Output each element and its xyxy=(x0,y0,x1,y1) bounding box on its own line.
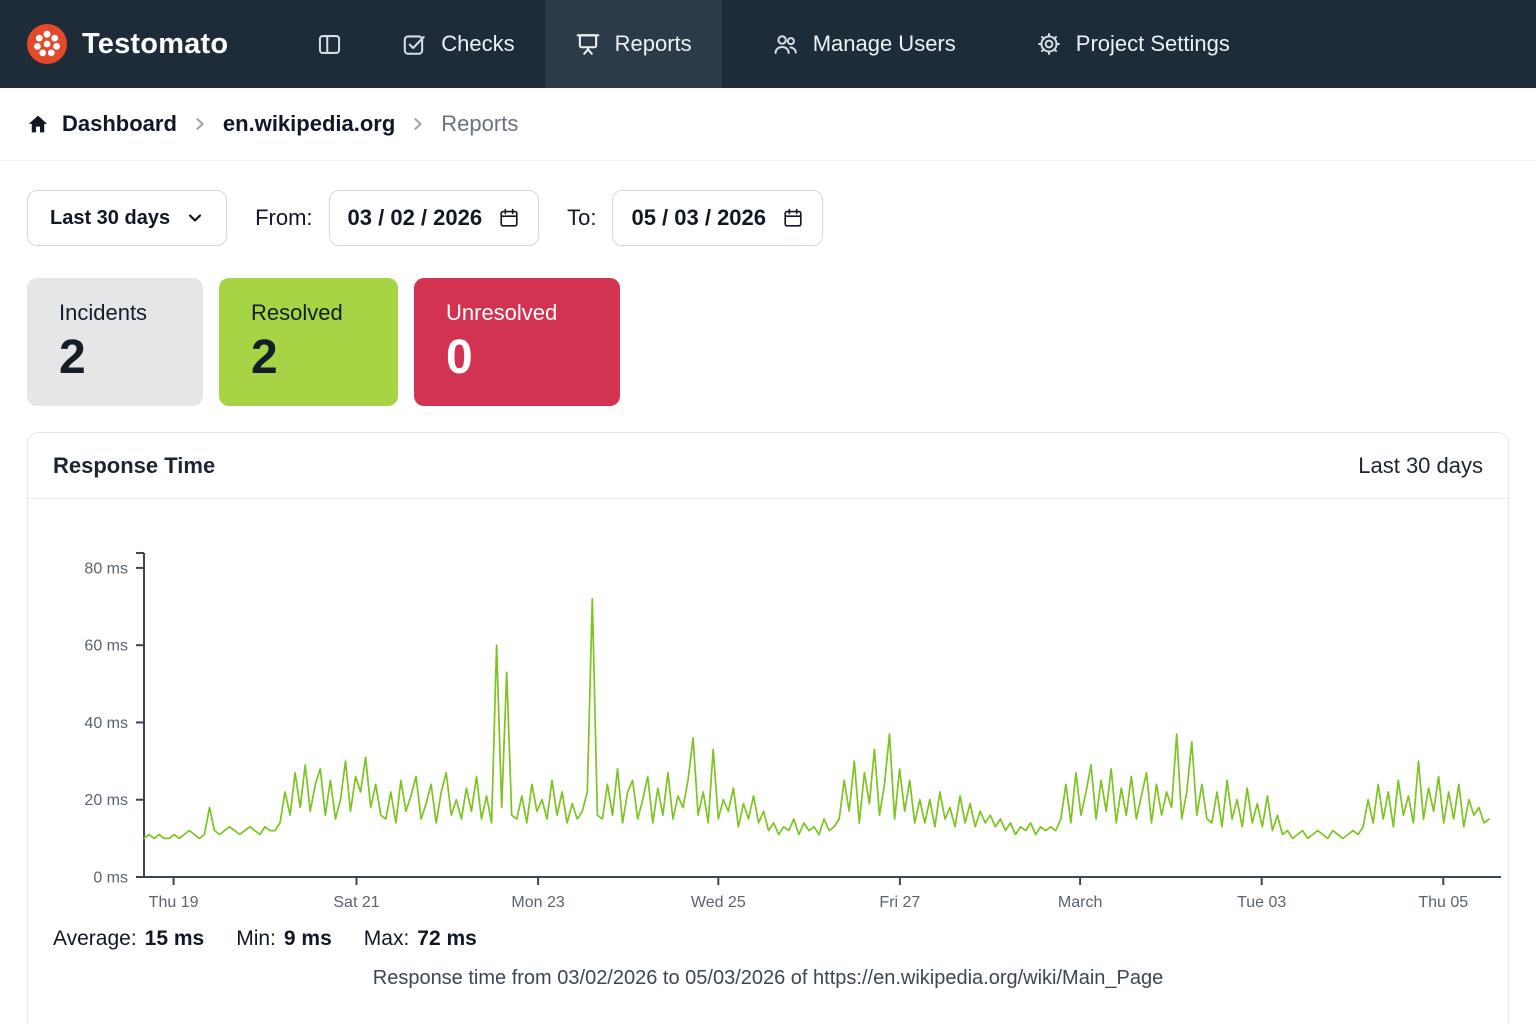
resolved-value: 2 xyxy=(251,334,366,382)
chevron-down-icon xyxy=(186,209,204,227)
nav-item-project-settings[interactable]: Project Settings xyxy=(1006,0,1260,88)
nav-label-reports: Reports xyxy=(615,31,692,57)
gear-icon xyxy=(1036,31,1062,57)
reports-icon xyxy=(575,31,601,57)
stat-cards: Incidents 2 Resolved 2 Unresolved 0 xyxy=(27,278,1536,406)
nav-label-checks: Checks xyxy=(441,31,514,57)
svg-text:20 ms: 20 ms xyxy=(84,792,128,809)
resolved-label: Resolved xyxy=(251,300,366,326)
manage-users-icon xyxy=(772,31,799,58)
panel-header: Response Time Last 30 days xyxy=(28,433,1508,499)
filter-row: Last 30 days From: 03 / 02 / 2026 To: 05… xyxy=(27,190,1536,246)
brand[interactable]: Testomato xyxy=(26,0,228,88)
calendar-icon[interactable] xyxy=(782,207,804,229)
date-range-dropdown[interactable]: Last 30 days xyxy=(27,190,227,246)
max-stat: Max:72 ms xyxy=(364,927,477,951)
svg-text:Wed 25: Wed 25 xyxy=(691,894,746,911)
svg-text:0 ms: 0 ms xyxy=(93,870,128,887)
unresolved-value: 0 xyxy=(446,334,588,382)
nav-item-checks[interactable]: Checks xyxy=(371,0,544,88)
sidebar-toggle-button[interactable] xyxy=(288,0,371,88)
to-date-input[interactable]: 05 / 03 / 2026 xyxy=(612,190,823,246)
breadcrumb-project-link[interactable]: en.wikipedia.org xyxy=(223,111,395,137)
calendar-icon[interactable] xyxy=(498,207,520,229)
svg-text:60 ms: 60 ms xyxy=(84,638,128,655)
min-stat: Min:9 ms xyxy=(236,927,332,951)
sidebar-toggle-icon xyxy=(316,31,343,58)
breadcrumb-project-label: en.wikipedia.org xyxy=(223,111,395,137)
breadcrumb-dashboard-link[interactable]: Dashboard xyxy=(27,111,177,137)
svg-text:Sat 21: Sat 21 xyxy=(333,894,379,911)
from-date-value: 03 / 02 / 2026 xyxy=(348,205,483,231)
svg-text:Thu 05: Thu 05 xyxy=(1418,894,1468,911)
incidents-value: 2 xyxy=(59,334,171,382)
response-time-chart: 0 ms 20 ms 40 ms 60 ms 80 ms Thu 19 Sat 21 Mon … xyxy=(34,525,1504,925)
stat-card-incidents: Incidents 2 xyxy=(27,278,203,406)
svg-text:Fri 27: Fri 27 xyxy=(879,894,920,911)
checks-icon xyxy=(401,31,427,57)
svg-text:Thu 19: Thu 19 xyxy=(149,894,199,911)
svg-text:40 ms: 40 ms xyxy=(84,715,128,732)
svg-text:March: March xyxy=(1058,894,1102,911)
svg-text:Mon 23: Mon 23 xyxy=(511,894,564,911)
unresolved-label: Unresolved xyxy=(446,300,588,326)
nav-label-project-settings: Project Settings xyxy=(1076,31,1230,57)
nav-spacer xyxy=(722,0,742,88)
top-navbar: Testomato Checks Reports xyxy=(0,0,1536,88)
from-label: From: xyxy=(255,205,312,231)
chevron-right-icon xyxy=(410,116,426,132)
to-date-value: 05 / 03 / 2026 xyxy=(631,205,766,231)
breadcrumb-dashboard-label: Dashboard xyxy=(62,111,177,137)
chart-summary: Average:15 ms Min:9 ms Max:72 ms xyxy=(53,927,1508,951)
average-stat: Average:15 ms xyxy=(53,927,204,951)
nav-spacer xyxy=(986,0,1006,88)
to-label: To: xyxy=(567,205,596,231)
stat-card-unresolved: Unresolved 0 xyxy=(414,278,620,406)
panel-range-label: Last 30 days xyxy=(1358,453,1483,479)
testomato-logo-icon xyxy=(26,23,68,65)
home-icon xyxy=(27,113,49,135)
svg-text:80 ms: 80 ms xyxy=(84,560,128,577)
svg-text:Tue 03: Tue 03 xyxy=(1237,894,1286,911)
breadcrumb: Dashboard en.wikipedia.org Reports xyxy=(0,88,1536,160)
brand-name: Testomato xyxy=(82,28,228,61)
from-date-input[interactable]: 03 / 02 / 2026 xyxy=(329,190,540,246)
incidents-label: Incidents xyxy=(59,300,171,326)
date-range-label: Last 30 days xyxy=(50,207,170,230)
nav-item-manage-users[interactable]: Manage Users xyxy=(742,0,986,88)
nav-label-manage-users: Manage Users xyxy=(813,31,956,57)
chart-caption: Response time from 03/02/2026 to 05/03/2… xyxy=(28,967,1508,990)
response-time-panel: Response Time Last 30 days 0 ms 20 ms 40 m… xyxy=(27,432,1509,1024)
breadcrumb-current-page: Reports xyxy=(441,111,518,137)
chevron-right-icon xyxy=(192,116,208,132)
panel-title: Response Time xyxy=(53,453,215,479)
stat-card-resolved: Resolved 2 xyxy=(219,278,398,406)
main-nav: Checks Reports Manage Users xyxy=(288,0,1260,88)
nav-item-reports[interactable]: Reports xyxy=(545,0,722,88)
